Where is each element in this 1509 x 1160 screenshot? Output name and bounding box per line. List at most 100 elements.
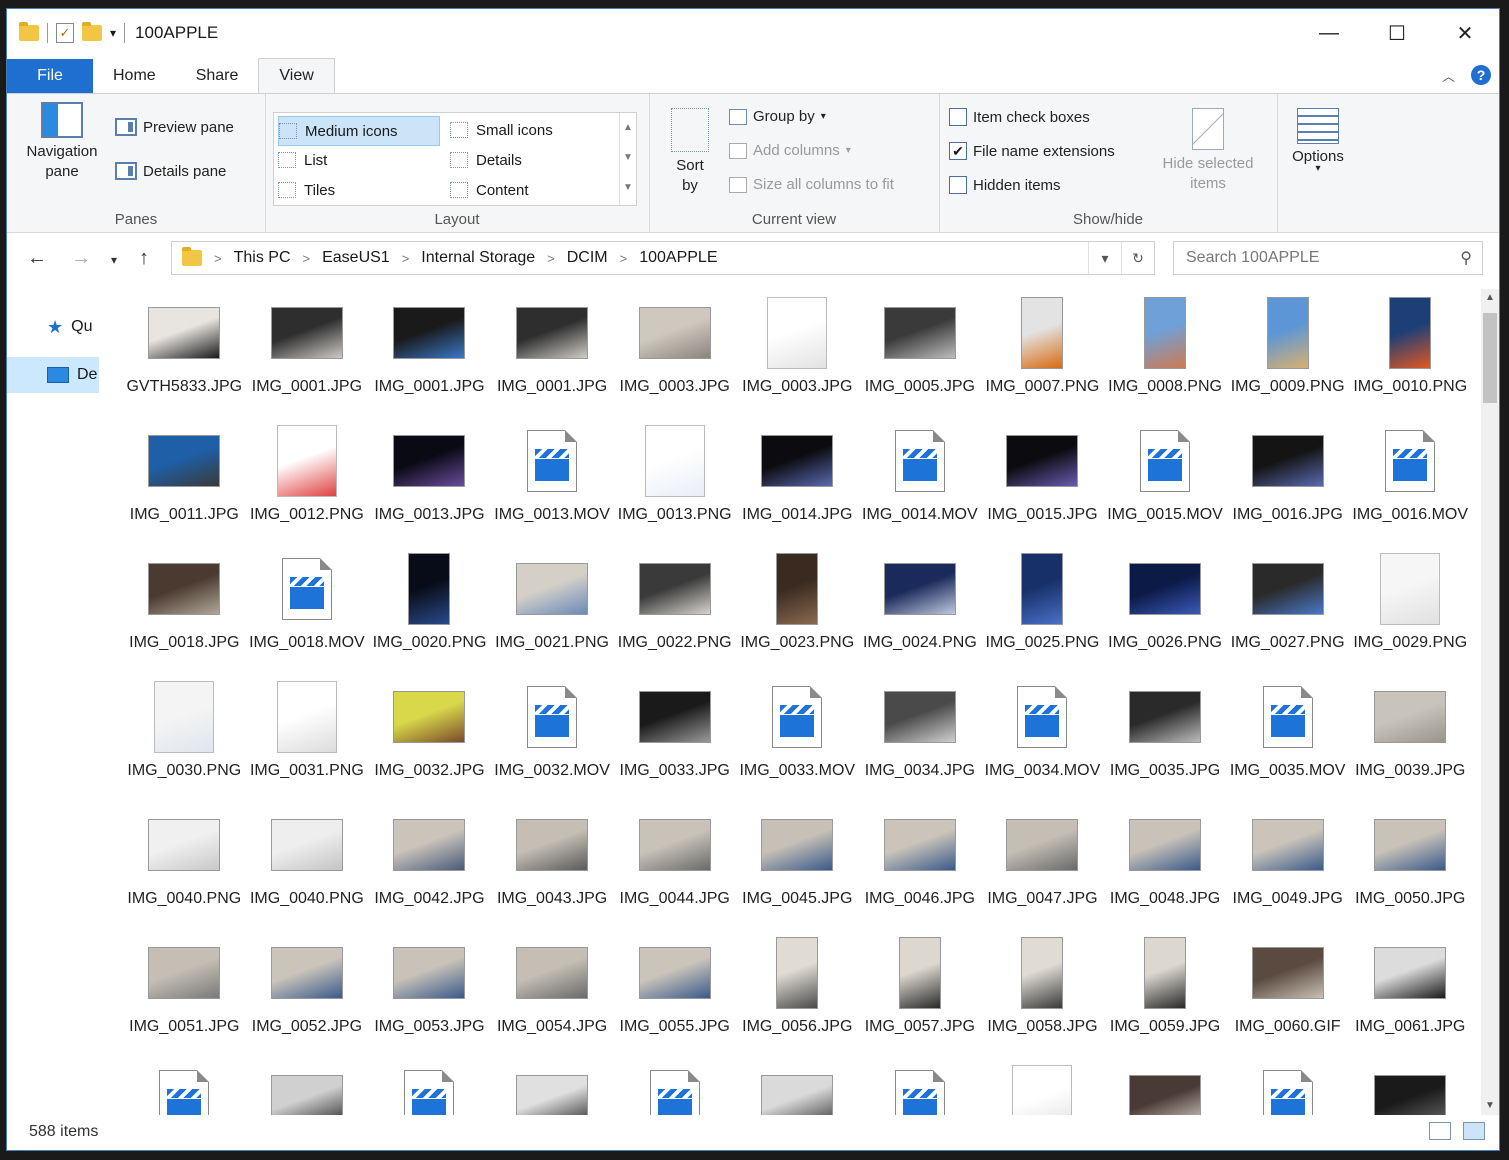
file-item[interactable]: IMG_0007.PNG — [981, 293, 1104, 421]
file-item[interactable]: IMG_0048.JPG — [1104, 805, 1227, 933]
file-item[interactable]: IMG_0047.JPG — [981, 805, 1104, 933]
breadcrumb-100apple[interactable]: 100APPLE — [633, 249, 723, 267]
file-item[interactable]: IMG_0015.MOV — [1104, 421, 1227, 549]
add-columns-button[interactable]: Add columns ▾ — [729, 142, 851, 159]
layout-details[interactable]: Details — [450, 146, 610, 174]
file-item[interactable]: IMG_0050.JPG — [1349, 805, 1472, 933]
file-item[interactable]: IMG_0022.PNG — [613, 549, 736, 677]
scroll-down-icon[interactable]: ▼ — [620, 143, 636, 173]
breadcrumb-dcim[interactable]: DCIM — [561, 249, 614, 267]
scroll-up-icon[interactable]: ▲ — [620, 113, 636, 143]
file-item[interactable]: IMG_0003.JPG — [613, 293, 736, 421]
file-item[interactable]: IMG_0045.JPG — [736, 805, 859, 933]
scroll-down-icon[interactable]: ▼ — [1481, 1097, 1499, 1115]
file-item[interactable]: IMG_0033.MOV — [736, 677, 859, 805]
file-item[interactable]: IMG_0043.JPG — [491, 805, 614, 933]
file-item[interactable]: IMG_0027.PNG — [1226, 549, 1349, 677]
hidden-items-toggle[interactable]: Hidden items — [949, 176, 1061, 194]
file-item[interactable] — [981, 1061, 1104, 1115]
file-item[interactable]: IMG_0011.JPG — [123, 421, 246, 549]
file-item[interactable]: IMG_0021.PNG — [491, 549, 614, 677]
maximize-icon[interactable]: ☐ — [1363, 9, 1431, 57]
large-icons-view-icon[interactable] — [1463, 1122, 1485, 1140]
file-item[interactable] — [368, 1061, 491, 1115]
help-icon[interactable]: ? — [1471, 65, 1491, 85]
file-item[interactable]: IMG_0042.JPG — [368, 805, 491, 933]
close-icon[interactable]: ✕ — [1431, 9, 1499, 57]
file-item[interactable]: IMG_0057.JPG — [859, 933, 982, 1061]
file-item[interactable]: IMG_0013.JPG — [368, 421, 491, 549]
file-item[interactable]: IMG_0034.MOV — [981, 677, 1104, 805]
properties-icon[interactable]: ✓ — [56, 23, 74, 43]
preview-pane-button[interactable]: Preview pane — [115, 118, 234, 136]
collapse-ribbon-icon[interactable]: ︿ — [1442, 66, 1455, 85]
address-bar[interactable]: > This PC > EaseUS1 > Internal Storage >… — [171, 241, 1155, 275]
search-icon[interactable]: ⚲ — [1460, 248, 1472, 268]
file-item[interactable]: IMG_0060.GIF — [1226, 933, 1349, 1061]
file-item[interactable]: IMG_0029.PNG — [1349, 549, 1472, 677]
file-item[interactable]: GVTH5833.JPG — [123, 293, 246, 421]
file-item[interactable]: IMG_0014.JPG — [736, 421, 859, 549]
chevron-right-icon[interactable]: > — [208, 251, 228, 266]
file-item[interactable]: IMG_0035.MOV — [1226, 677, 1349, 805]
chevron-right-icon[interactable]: > — [614, 251, 634, 266]
file-item[interactable]: IMG_0035.JPG — [1104, 677, 1227, 805]
file-item[interactable]: IMG_0058.JPG — [981, 933, 1104, 1061]
file-item[interactable]: IMG_0013.MOV — [491, 421, 614, 549]
file-item[interactable] — [736, 1061, 859, 1115]
navigation-pane-button[interactable]: Navigation pane — [17, 102, 107, 182]
file-item[interactable]: IMG_0030.PNG — [123, 677, 246, 805]
recent-locations-icon[interactable]: ▾ — [111, 253, 117, 267]
file-item[interactable]: IMG_0009.PNG — [1226, 293, 1349, 421]
tab-share[interactable]: Share — [176, 59, 259, 93]
file-item[interactable]: IMG_0051.JPG — [123, 933, 246, 1061]
tab-file[interactable]: File — [7, 59, 93, 93]
up-arrow-icon[interactable]: ↑ — [139, 247, 149, 270]
file-item[interactable]: IMG_0001.JPG — [368, 293, 491, 421]
tab-home[interactable]: Home — [93, 59, 176, 93]
file-item[interactable]: IMG_0056.JPG — [736, 933, 859, 1061]
chevron-right-icon[interactable]: > — [297, 251, 317, 266]
file-item[interactable]: IMG_0059.JPG — [1104, 933, 1227, 1061]
file-item[interactable]: IMG_0023.PNG — [736, 549, 859, 677]
options-button[interactable]: Options ▾ — [1285, 108, 1351, 174]
file-item[interactable]: IMG_0044.JPG — [613, 805, 736, 933]
file-item[interactable]: IMG_0040.PNG — [246, 805, 369, 933]
file-item[interactable]: IMG_0015.JPG — [981, 421, 1104, 549]
file-item[interactable]: IMG_0001.JPG — [246, 293, 369, 421]
file-item[interactable]: IMG_0024.PNG — [859, 549, 982, 677]
group-by-button[interactable]: Group by ▾ — [729, 108, 826, 125]
file-item[interactable] — [123, 1061, 246, 1115]
file-item[interactable]: IMG_0055.JPG — [613, 933, 736, 1061]
file-name-extensions-checkbox[interactable]: ✔ — [949, 142, 967, 160]
scroll-up-icon[interactable]: ▲ — [1481, 289, 1499, 307]
file-item[interactable]: IMG_0049.JPG — [1226, 805, 1349, 933]
back-arrow-icon[interactable]: ← — [27, 247, 47, 270]
file-item[interactable]: IMG_0010.PNG — [1349, 293, 1472, 421]
file-item[interactable]: IMG_0008.PNG — [1104, 293, 1227, 421]
hidden-items-checkbox[interactable] — [949, 176, 967, 194]
expand-gallery-icon[interactable]: ▼ — [620, 173, 636, 203]
search-input[interactable]: Search 100APPLE ⚲ — [1173, 241, 1483, 275]
file-item[interactable]: IMG_0018.MOV — [246, 549, 369, 677]
file-item[interactable]: IMG_0016.JPG — [1226, 421, 1349, 549]
file-item[interactable]: IMG_0025.PNG — [981, 549, 1104, 677]
layout-content[interactable]: Content — [450, 176, 610, 204]
item-check-boxes-toggle[interactable]: Item check boxes — [949, 108, 1090, 126]
file-item[interactable]: IMG_0005.JPG — [859, 293, 982, 421]
item-check-boxes-checkbox[interactable] — [949, 108, 967, 126]
file-item[interactable]: IMG_0054.JPG — [491, 933, 614, 1061]
file-item[interactable]: IMG_0032.JPG — [368, 677, 491, 805]
vertical-scrollbar[interactable]: ▲ ▼ — [1481, 289, 1499, 1115]
file-item[interactable]: IMG_0016.MOV — [1349, 421, 1472, 549]
layout-list[interactable]: List — [278, 146, 438, 174]
nav-item-desktop[interactable]: De — [7, 357, 99, 393]
details-pane-button[interactable]: Details pane — [115, 162, 226, 180]
forward-arrow-icon[interactable]: → — [71, 247, 91, 270]
tab-view[interactable]: View — [258, 58, 335, 93]
new-folder-icon[interactable] — [82, 22, 102, 41]
file-item[interactable]: IMG_0033.JPG — [613, 677, 736, 805]
file-item[interactable]: IMG_0012.PNG — [246, 421, 369, 549]
hide-selected-items-button[interactable]: Hide selected items — [1153, 108, 1263, 194]
sort-by-button[interactable]: Sort by — [665, 108, 715, 196]
